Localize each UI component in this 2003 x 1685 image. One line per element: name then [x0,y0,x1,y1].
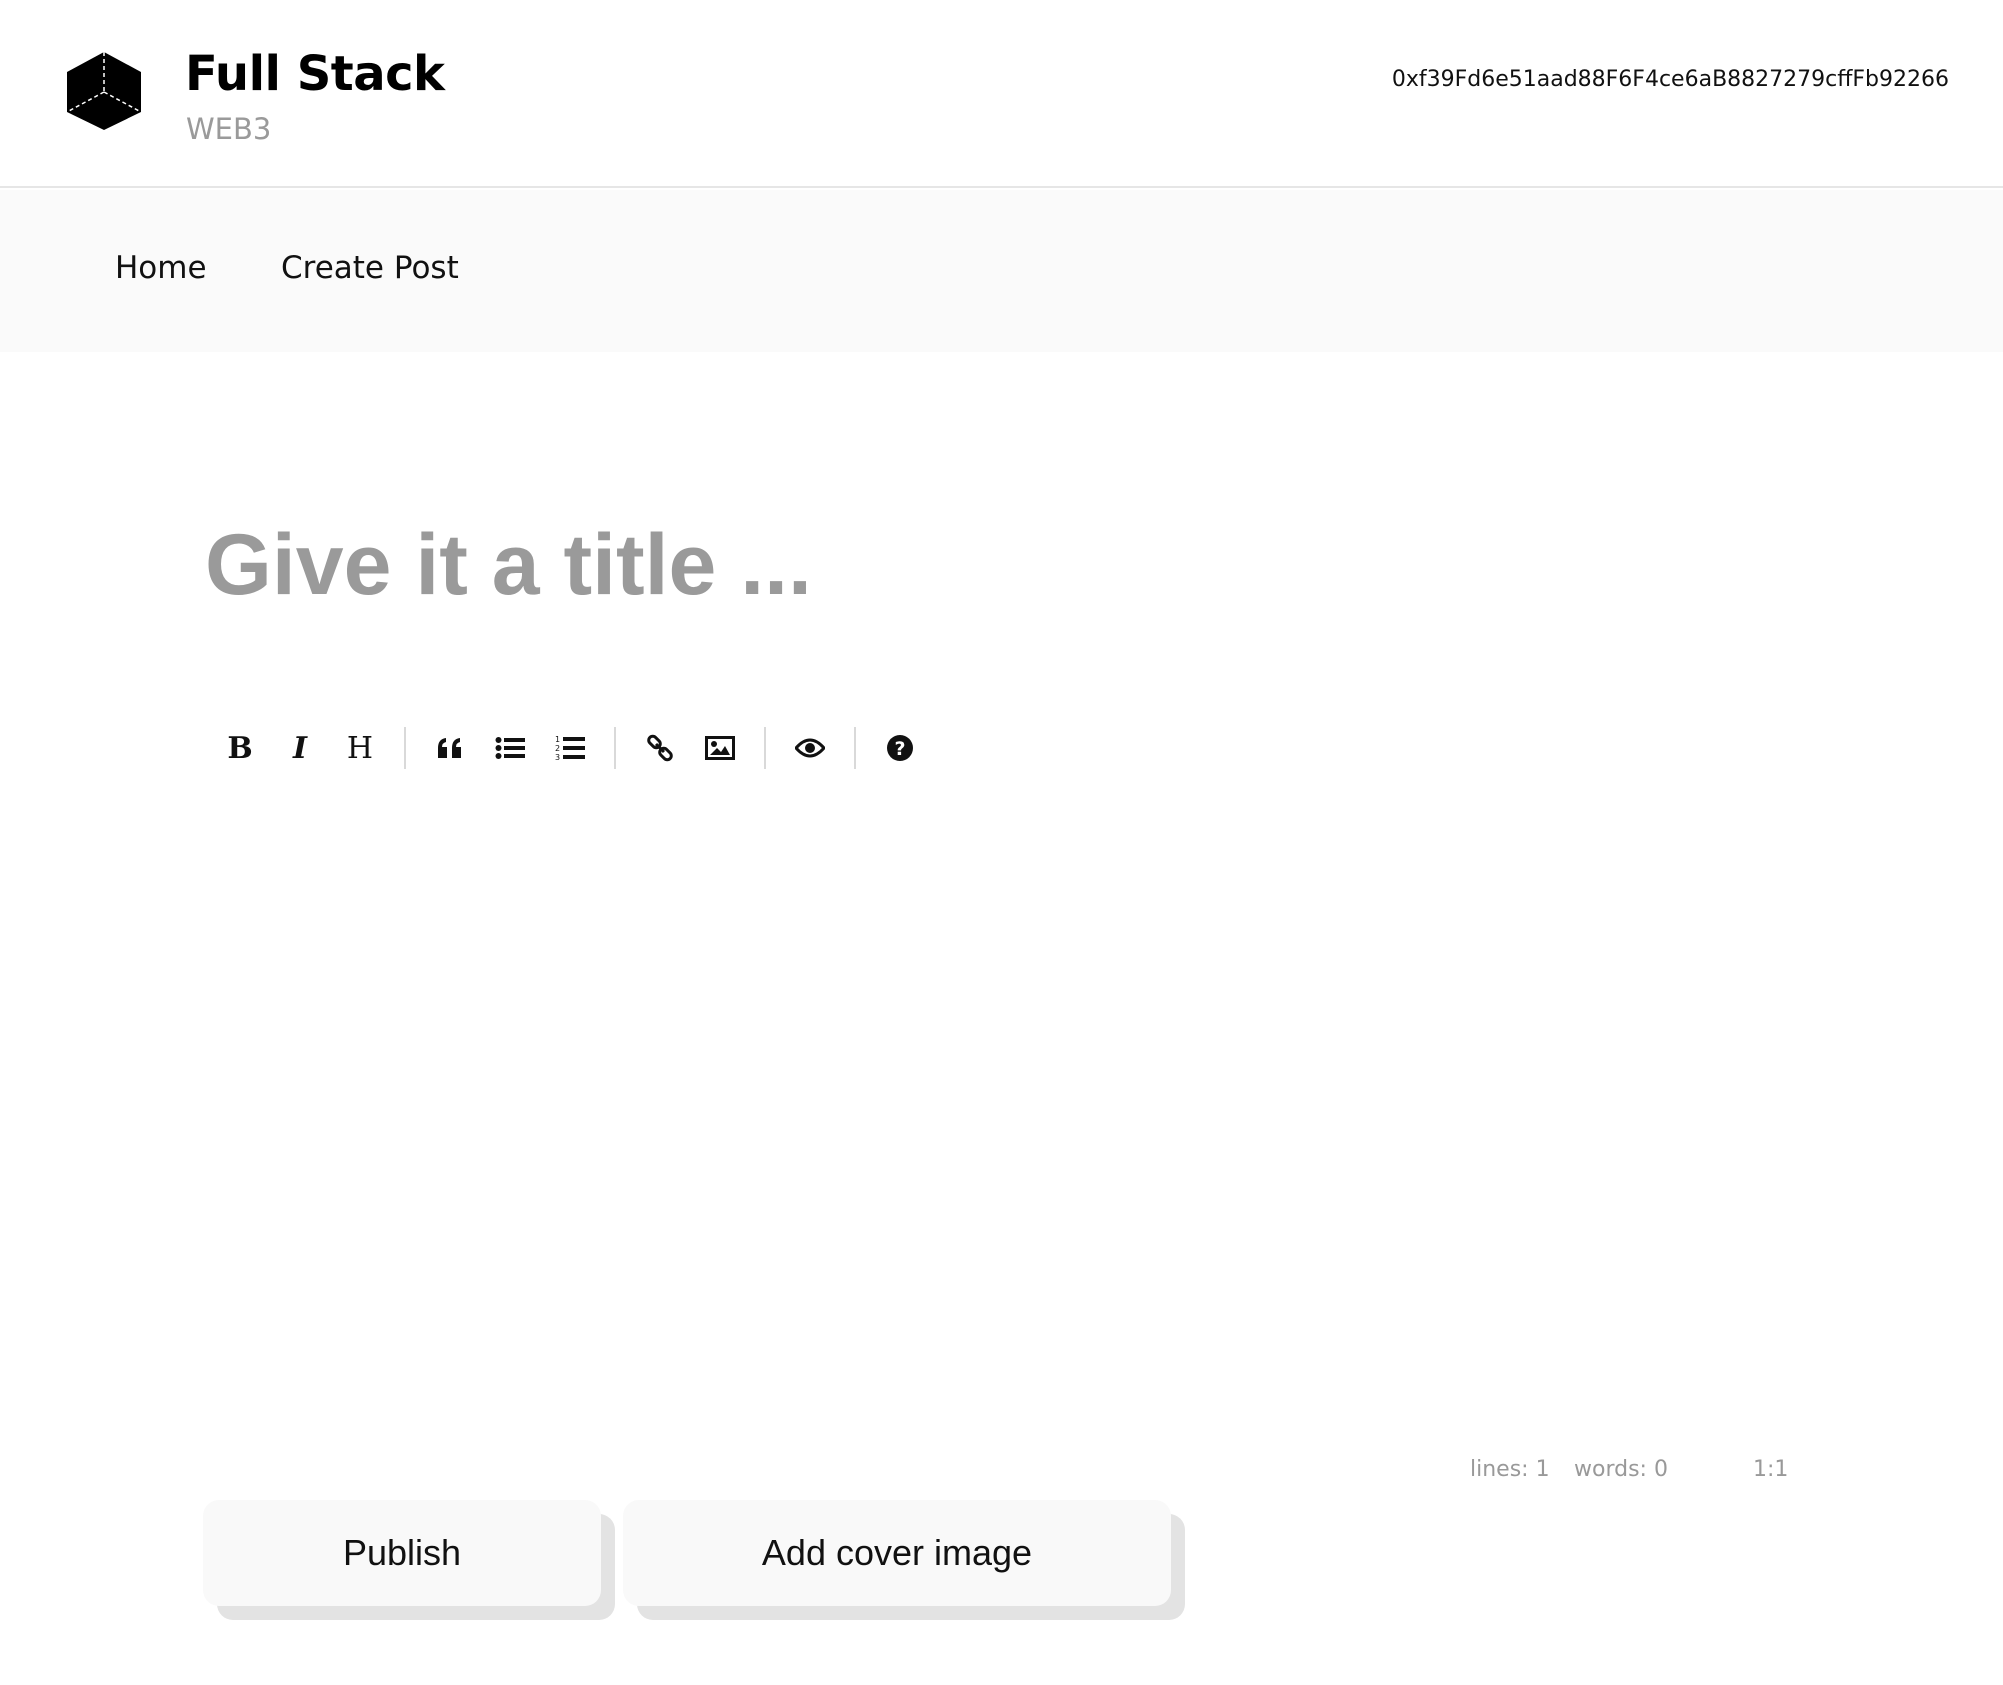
preview-button[interactable] [780,718,840,778]
toolbar-divider [614,727,616,769]
heading-icon: H [346,730,374,766]
post-title-input[interactable] [205,505,1805,625]
toolbar-divider [764,727,766,769]
status-cursor: 1:1 [1753,1457,1789,1482]
image-icon [705,736,735,760]
eye-icon [795,738,825,758]
svg-text:2: 2 [555,744,560,753]
unordered-list-button[interactable] [480,718,540,778]
ordered-list-icon: 1 2 3 [555,735,585,762]
cube-icon [66,52,142,130]
app-header: Full Stack WEB3 0xf39Fd6e51aad88F6F4ce6a… [0,0,2003,188]
svg-text:3: 3 [555,753,560,762]
question-circle-icon: ? [887,735,913,761]
nav-item-home[interactable]: Home [115,250,207,286]
toolbar-divider [404,727,406,769]
editor-toolbar: B I H 1 2 3 ? [210,716,930,780]
publish-button[interactable]: Publish [203,1500,601,1606]
bold-button[interactable]: B [210,718,270,778]
wallet-address: 0xf39Fd6e51aad88F6F4ce6aB8827279cffFb922… [1391,67,1949,92]
brand-subtitle: WEB3 [186,112,272,146]
italic-button[interactable]: I [270,718,330,778]
add-cover-image-button[interactable]: Add cover image [623,1500,1171,1606]
guide-button[interactable]: ? [870,718,930,778]
brand-title: Full Stack [185,46,445,102]
toolbar-divider [854,727,856,769]
quote-icon [438,738,461,758]
nav-bar: Home Create Post [0,190,2003,352]
unordered-list-icon [495,737,525,759]
link-button[interactable] [630,718,690,778]
quote-button[interactable] [420,718,480,778]
nav-item-create-post[interactable]: Create Post [281,250,459,286]
svg-text:?: ? [894,738,905,760]
image-button[interactable] [690,718,750,778]
heading-button[interactable]: H [330,718,390,778]
link-icon [647,734,673,762]
svg-text:1: 1 [555,735,560,744]
post-body-editor[interactable] [205,800,1795,1440]
ordered-list-button[interactable]: 1 2 3 [540,718,600,778]
status-words: words: 0 [1574,1457,1668,1482]
status-lines: lines: 1 [1470,1457,1550,1482]
bold-icon: B [227,730,253,766]
italic-icon: I [292,730,308,766]
